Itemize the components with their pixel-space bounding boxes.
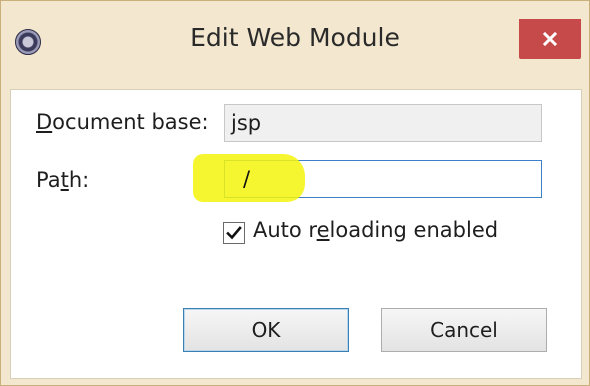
path-label: Path: (36, 168, 90, 192)
cancel-button[interactable]: Cancel (381, 308, 547, 352)
ok-button[interactable]: OK (183, 308, 349, 352)
document-base-label: Document base: (36, 110, 209, 134)
path-input[interactable] (243, 160, 533, 198)
auto-reload-checkbox[interactable] (223, 222, 245, 244)
title-bar[interactable]: Edit Web Module (1, 1, 589, 89)
checkmark-icon (226, 226, 242, 240)
dialog-content: Document base: jsp Path: Auto reloading … (10, 89, 582, 379)
close-icon (542, 31, 558, 47)
edit-web-module-dialog: Edit Web Module Document base: jsp Path:… (0, 0, 590, 386)
dialog-title: Edit Web Module (190, 23, 400, 52)
document-base-field: jsp (224, 104, 542, 142)
auto-reload-label[interactable]: Auto reloading enabled (253, 218, 498, 242)
close-button[interactable] (519, 19, 581, 59)
